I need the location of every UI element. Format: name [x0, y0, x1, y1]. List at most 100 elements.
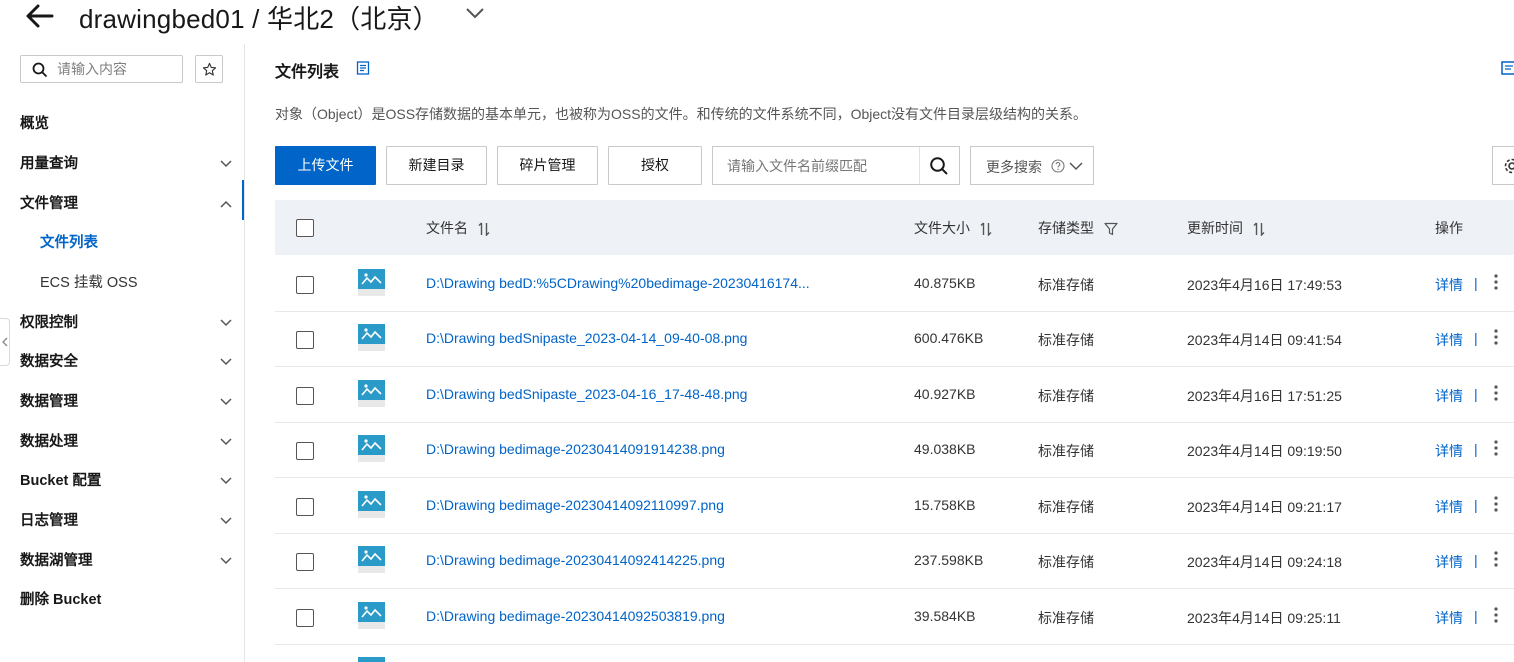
- action-separator: |: [1474, 552, 1478, 568]
- new-directory-button[interactable]: 新建目录: [386, 146, 487, 185]
- row-checkbox[interactable]: [296, 442, 314, 460]
- detail-link[interactable]: 详情: [1435, 275, 1463, 295]
- image-thumbnail-icon: [358, 546, 385, 573]
- file-name-link[interactable]: D:\Drawing bedimage-20230414092110997.pn…: [426, 497, 724, 513]
- gear-icon: [1504, 158, 1514, 174]
- sidebar-search[interactable]: [20, 55, 183, 83]
- more-vertical-icon[interactable]: [1494, 329, 1498, 345]
- detail-link[interactable]: 详情: [1435, 552, 1463, 572]
- doc-list-icon[interactable]: [1501, 60, 1514, 76]
- row-checkbox[interactable]: [296, 387, 314, 405]
- detail-link[interactable]: 详情: [1435, 386, 1463, 406]
- column-header-size[interactable]: 文件大小: [914, 218, 992, 238]
- detail-link[interactable]: 详情: [1435, 330, 1463, 350]
- updated-time: 2023年4月14日 09:24:18: [1187, 554, 1342, 570]
- upload-file-button[interactable]: 上传文件: [275, 146, 376, 185]
- image-thumbnail-icon: [358, 602, 385, 629]
- description-text: 对象（Object）是OSS存储数据的基本单元，也被称为OSS的文件。和传统的文…: [275, 106, 1088, 122]
- file-size: 40.927KB: [914, 386, 976, 402]
- more-vertical-icon[interactable]: [1494, 551, 1498, 567]
- search-icon[interactable]: [929, 156, 949, 176]
- file-name-link[interactable]: D:\Drawing bedimage-20230414092414225.pn…: [426, 552, 725, 568]
- sidebar-item-data-security[interactable]: 数据安全: [20, 348, 236, 376]
- table-row: D:\Drawing bedimage-20230414092110997.pn…: [275, 478, 1514, 534]
- fragment-management-button[interactable]: 碎片管理: [497, 146, 598, 185]
- table-row: D:\Drawing bedSnipaste_2023-04-14_09-40-…: [275, 311, 1514, 367]
- sidebar-item-log-management[interactable]: 日志管理: [20, 507, 236, 535]
- chevron-down-icon: [220, 477, 232, 485]
- more-vertical-icon[interactable]: [1494, 274, 1498, 290]
- row-checkbox[interactable]: [296, 331, 314, 349]
- more-search-dropdown[interactable]: 更多搜索: [970, 146, 1094, 185]
- file-name-link[interactable]: D:\Drawing bedD:%5CDrawing%20bedimage-20…: [426, 275, 810, 291]
- file-name-link[interactable]: D:\Drawing bedSnipaste_2023-04-14_09-40-…: [426, 330, 747, 346]
- detail-link[interactable]: 详情: [1435, 608, 1463, 628]
- more-vertical-icon[interactable]: [1494, 496, 1498, 512]
- image-thumbnail-icon: [358, 380, 385, 407]
- file-size: 49.038KB: [914, 441, 976, 457]
- column-header-filename[interactable]: 文件名: [426, 218, 490, 238]
- column-header-updated[interactable]: 更新时间: [1187, 218, 1265, 238]
- chevron-up-icon: [220, 200, 232, 208]
- file-name-link[interactable]: D:\Drawing bedimage-20230414092503819.pn…: [426, 608, 725, 624]
- column-header-storage-type[interactable]: 存储类型: [1038, 218, 1118, 238]
- file-name-link[interactable]: D:\Drawing bedSnipaste_2023-04-16_17-48-…: [426, 386, 747, 402]
- select-all-checkbox[interactable]: [296, 219, 314, 237]
- updated-time: 2023年4月14日 09:25:11: [1187, 610, 1341, 626]
- file-search-input[interactable]: [727, 156, 917, 176]
- sidebar-item-data-management[interactable]: 数据管理: [20, 388, 236, 416]
- sort-icon[interactable]: [1253, 222, 1265, 237]
- back-arrow-icon[interactable]: [24, 2, 56, 30]
- sidebar-item-usage[interactable]: 用量查询: [20, 150, 236, 178]
- chevron-down-icon: [220, 557, 232, 565]
- more-vertical-icon[interactable]: [1494, 440, 1498, 456]
- page-title: drawingbed01 / 华北2（北京）: [79, 4, 439, 34]
- table-header: 文件名 文件大小 存储类型 更新时间 操作: [275, 200, 1514, 255]
- chevron-down-icon: [220, 358, 232, 366]
- table-row: D:\Drawing bedimage-20230414091914238.pn…: [275, 422, 1514, 478]
- sidebar-collapse-handle[interactable]: [0, 318, 10, 366]
- sidebar-item-permission[interactable]: 权限控制: [20, 309, 236, 337]
- sidebar-item-bucket-config[interactable]: Bucket 配置: [20, 467, 236, 495]
- column-header-actions: 操作: [1435, 220, 1463, 236]
- sidebar-subitem-file-list[interactable]: 文件列表: [40, 229, 236, 257]
- sort-icon[interactable]: [980, 222, 992, 237]
- doc-icon[interactable]: [356, 61, 370, 75]
- page-header: drawingbed01 / 华北2（北京）: [0, 0, 1514, 34]
- row-checkbox[interactable]: [296, 609, 314, 627]
- sidebar-item-overview[interactable]: 概览: [20, 110, 236, 138]
- question-icon: [1051, 159, 1065, 173]
- more-vertical-icon[interactable]: [1494, 385, 1498, 401]
- file-size: 600.476KB: [914, 330, 984, 346]
- sidebar-search-input[interactable]: [57, 59, 177, 79]
- row-checkbox[interactable]: [296, 276, 314, 294]
- detail-link[interactable]: 详情: [1435, 441, 1463, 461]
- favorite-button[interactable]: [195, 55, 223, 83]
- sidebar-subitem-ecs-mount[interactable]: ECS 挂载 OSS: [40, 269, 236, 297]
- file-size: 237.598KB: [914, 552, 984, 568]
- sidebar-item-data-processing[interactable]: 数据处理: [20, 428, 236, 456]
- authorize-button[interactable]: 授权: [608, 146, 702, 185]
- storage-type: 标准存储: [1038, 499, 1094, 515]
- table-row: D:\Drawing bedSnipaste_2023-04-16_17-48-…: [275, 367, 1514, 423]
- action-separator: |: [1474, 386, 1478, 402]
- updated-time: 2023年4月14日 09:41:54: [1187, 332, 1342, 348]
- row-checkbox[interactable]: [296, 498, 314, 516]
- row-checkbox[interactable]: [296, 553, 314, 571]
- sort-icon[interactable]: [478, 222, 490, 237]
- chevron-down-icon: [1069, 162, 1083, 171]
- chevron-down-icon: [220, 517, 232, 525]
- detail-link[interactable]: 详情: [1435, 497, 1463, 517]
- chevron-down-icon[interactable]: [464, 2, 486, 24]
- file-name-link[interactable]: D:\Drawing bedimage-20230414091914238.pn…: [426, 441, 725, 457]
- sidebar-item-file-management[interactable]: 文件管理: [20, 190, 236, 218]
- action-separator: |: [1474, 275, 1478, 291]
- image-thumbnail-icon: [358, 435, 385, 462]
- storage-type: 标准存储: [1038, 388, 1094, 404]
- sidebar-item-data-lake[interactable]: 数据湖管理: [20, 547, 236, 575]
- filter-icon[interactable]: [1104, 222, 1118, 236]
- settings-button[interactable]: [1492, 146, 1514, 185]
- more-vertical-icon[interactable]: [1494, 607, 1498, 623]
- image-thumbnail-icon: [358, 324, 385, 351]
- sidebar-item-delete-bucket[interactable]: 删除 Bucket: [20, 586, 236, 614]
